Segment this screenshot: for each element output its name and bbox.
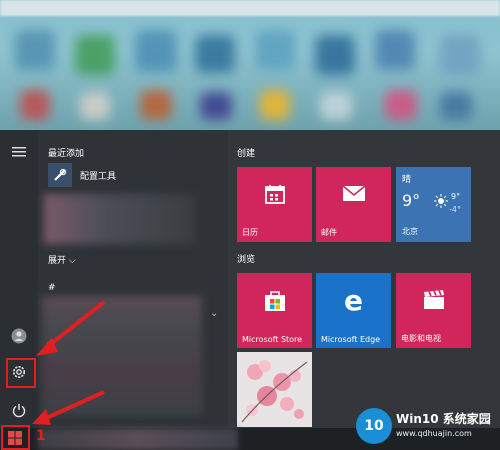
watermark-brand: Win10 系统家园 (396, 412, 491, 426)
arrow-to-start (43, 390, 105, 421)
watermark-url: www.qdhuajin.com (396, 429, 472, 438)
watermark-logo-icon: 10 (356, 408, 392, 444)
arrow-to-settings (44, 300, 106, 350)
watermark: 10 Win10 系统家园 www.qdhuajin.com (356, 406, 496, 448)
arrow-head (32, 409, 51, 425)
annotation-arrows (32, 300, 106, 425)
